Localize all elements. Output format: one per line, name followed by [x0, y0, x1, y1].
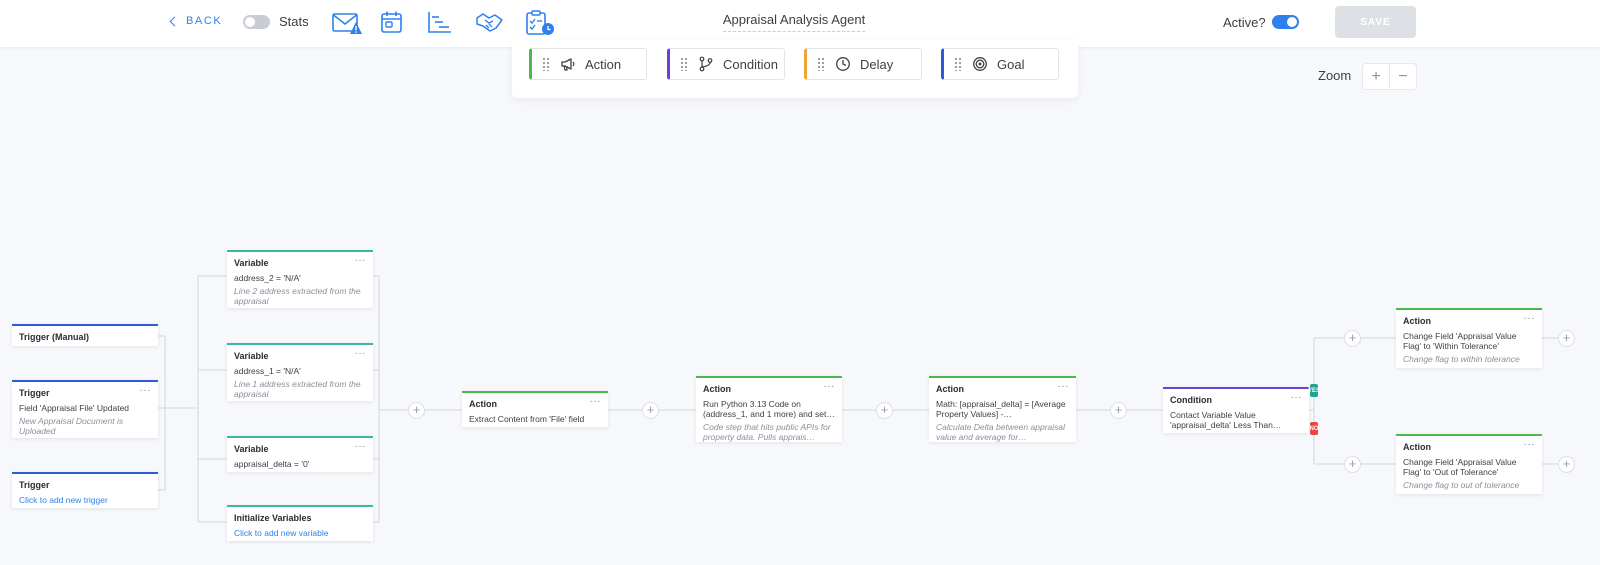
- more-options-icon[interactable]: ···: [590, 396, 602, 407]
- node-title: Condition: [1170, 395, 1212, 405]
- more-options-icon[interactable]: ···: [824, 381, 836, 392]
- node-title: Action: [936, 384, 964, 394]
- action-math-card[interactable]: Action ··· Math: [appraisal_delta] = [Av…: [929, 376, 1076, 442]
- add-step-button[interactable]: +: [1558, 456, 1575, 473]
- add-step-button[interactable]: +: [1558, 330, 1575, 347]
- trigger-manual-card[interactable]: Trigger (Manual): [12, 324, 158, 346]
- add-step-button[interactable]: +: [642, 402, 659, 419]
- add-step-button[interactable]: +: [408, 402, 425, 419]
- node-title: Action: [1403, 316, 1431, 326]
- node-description: Contact Variable Value 'appraisal_delta'…: [1170, 410, 1282, 430]
- add-variable-link[interactable]: Click to add new variable: [234, 528, 366, 538]
- add-step-button[interactable]: +: [1110, 402, 1127, 419]
- trigger-card[interactable]: Trigger ··· Field 'Appraisal File' Updat…: [12, 380, 158, 438]
- more-options-icon[interactable]: ···: [355, 255, 367, 266]
- more-options-icon[interactable]: ···: [1524, 439, 1536, 450]
- node-note: Change flag to within tolerance: [1403, 354, 1520, 364]
- more-options-icon[interactable]: ···: [1291, 392, 1303, 403]
- node-note: Code step that hits public APIs for prop…: [703, 422, 831, 442]
- node-title: Initialize Variables: [234, 513, 312, 523]
- node-note: New Appraisal Document is Uploaded: [19, 416, 124, 436]
- node-title: Variable: [234, 351, 269, 361]
- more-options-icon[interactable]: ···: [140, 385, 152, 396]
- node-title: Action: [1403, 442, 1431, 452]
- node-title: Trigger: [19, 388, 50, 398]
- node-title: Trigger (Manual): [19, 332, 90, 342]
- node-description: Field 'Appraisal File' Updated: [19, 403, 130, 413]
- variable-card[interactable]: Variable ··· appraisal_delta = '0': [227, 436, 373, 472]
- node-description: Change Field 'Appraisal Value Flag' to '…: [1403, 457, 1517, 477]
- action-out-of-tolerance-card[interactable]: Action ··· Change Field 'Appraisal Value…: [1396, 434, 1542, 494]
- more-options-icon[interactable]: ···: [1524, 313, 1536, 324]
- condition-card[interactable]: Condition ··· Contact Variable Value 'ap…: [1163, 387, 1309, 433]
- node-description: address_2 = 'N/A': [234, 273, 301, 283]
- node-note: Change flag to out of tolerance: [1403, 480, 1520, 490]
- node-description: address_1 = 'N/A': [234, 366, 301, 376]
- node-note: Line 2 address extracted from the apprai…: [234, 286, 361, 306]
- action-within-tolerance-card[interactable]: Action ··· Change Field 'Appraisal Value…: [1396, 308, 1542, 368]
- variable-card[interactable]: Variable ··· address_2 = 'N/A' Line 2 ad…: [227, 250, 373, 308]
- initialize-variables-card[interactable]: Initialize Variables Click to add new va…: [227, 505, 373, 541]
- yes-branch-tag: YES: [1308, 384, 1320, 397]
- action-extract-card[interactable]: Action ··· Extract Content from 'File' f…: [462, 391, 608, 427]
- more-options-icon[interactable]: ···: [355, 441, 367, 452]
- add-step-button[interactable]: +: [1344, 456, 1361, 473]
- action-python-card[interactable]: Action ··· Run Python 3.13 Code on (addr…: [696, 376, 842, 442]
- no-branch-tag: NO: [1310, 422, 1319, 435]
- node-description: Extract Content from 'File' field: [469, 414, 585, 424]
- add-step-button[interactable]: +: [876, 402, 893, 419]
- node-title: Action: [469, 399, 497, 409]
- add-step-button[interactable]: +: [1344, 330, 1361, 347]
- node-title: Variable: [234, 258, 269, 268]
- more-options-icon[interactable]: ···: [355, 348, 367, 359]
- node-description: appraisal_delta = '0': [234, 459, 310, 469]
- node-title: Action: [703, 384, 731, 394]
- add-trigger-card[interactable]: Trigger Click to add new trigger: [12, 472, 158, 508]
- add-trigger-link[interactable]: Click to add new trigger: [19, 495, 151, 505]
- node-note: Calculate Delta between appraisal value …: [936, 422, 1065, 442]
- node-title: Variable: [234, 444, 269, 454]
- node-title: Trigger: [19, 480, 50, 490]
- variable-card[interactable]: Variable ··· address_1 = 'N/A' Line 1 ad…: [227, 343, 373, 401]
- node-description: Run Python 3.13 Code on (address_1, and …: [703, 399, 835, 419]
- node-description: Change Field 'Appraisal Value Flag' to '…: [1403, 331, 1517, 351]
- node-note: Line 1 address extracted from the apprai…: [234, 379, 361, 399]
- more-options-icon[interactable]: ···: [1058, 381, 1070, 392]
- node-description: Math: [appraisal_delta] = [Average Prope…: [936, 399, 1066, 419]
